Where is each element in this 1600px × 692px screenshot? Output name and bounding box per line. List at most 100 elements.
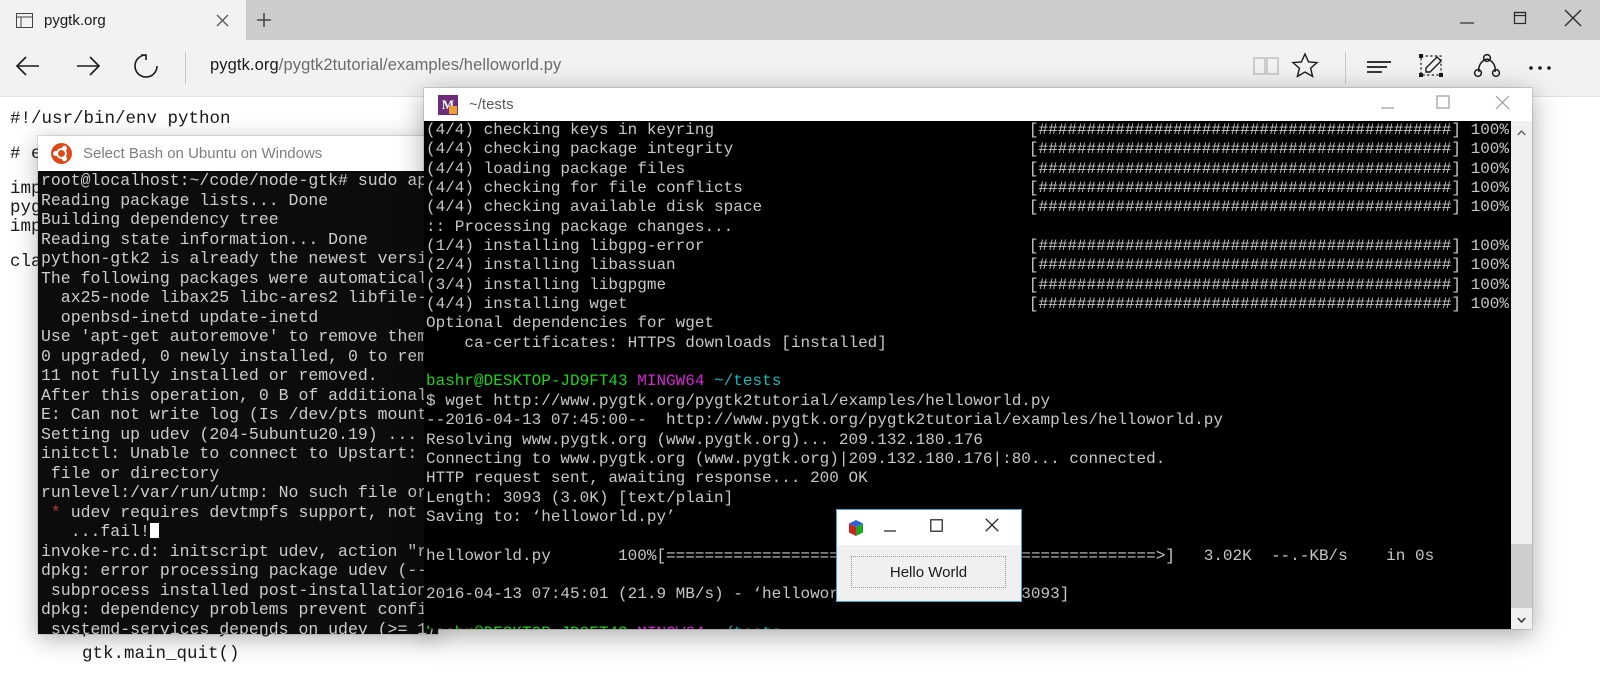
mingw-output-line: Length: 3093 (3.0K) [text/plain] — [426, 488, 734, 507]
close-icon — [1564, 9, 1582, 32]
mingw-close-button[interactable] — [1479, 88, 1525, 121]
forward-arrow-icon — [72, 50, 104, 87]
bash-output-line: 11 not fully installed or removed. — [41, 366, 378, 385]
bash-output-line: ...fail! — [38, 522, 438, 542]
bash-title-bar[interactable]: Select Bash on Ubuntu on Windows — [38, 136, 438, 171]
bash-output-line: file or directory — [41, 463, 220, 483]
progress-bar: [#######################################… — [1028, 140, 1509, 159]
bash-output-line: E: Can not write log (Is /dev/pts mounte — [41, 405, 438, 424]
bash-output-line: ax25-node libax25 libc-ares2 libfile-c — [41, 288, 438, 307]
mingw-output-line: ca-certificates: HTTPS downloads [instal… — [426, 333, 887, 352]
forward-button[interactable] — [60, 40, 116, 96]
maximize-icon — [929, 518, 943, 537]
tab-close-icon[interactable] — [213, 11, 232, 30]
address-path: /pygtk2tutorial/examples/helloworld.py — [278, 56, 562, 74]
mingw-output-line: Optional dependencies for wget — [426, 314, 715, 333]
bash-output-line: dpkg: dependency problems prevent config — [41, 600, 438, 619]
mingw-output-line: :: Processing package changes... — [426, 217, 734, 236]
web-note-icon — [1418, 53, 1446, 84]
mingw-output-line — [426, 353, 1511, 372]
bash-ubuntu-window[interactable]: Select Bash on Ubuntu on Windows root@lo… — [38, 136, 438, 634]
mingw-scrollbar[interactable] — [1511, 121, 1532, 629]
mingw-output-line: (4/4) checking package integrity [#######… — [426, 140, 1509, 159]
bash-output-line: * udev requires devtmpfs support, not a — [50, 502, 438, 522]
window-close-button[interactable] — [1546, 0, 1600, 40]
page-code-line: cla — [10, 252, 42, 272]
scrollbar-thumb[interactable] — [1511, 544, 1532, 608]
gtk-maximize-button[interactable] — [917, 510, 955, 545]
tab-strip: pygtk.org — [0, 0, 1600, 40]
toolbar-divider-right — [1345, 52, 1346, 84]
chevron-up-icon — [1517, 123, 1526, 141]
progress-bar: [#######################################… — [1028, 295, 1509, 314]
mingw-output-line: HTTP request sent, awaiting response... … — [426, 469, 868, 488]
page-code-line: # e — [10, 144, 42, 164]
maximize-icon — [1436, 95, 1450, 114]
mingw-output-line: bashr@DESKTOP-JD9FT43 MINGW64 ~/tests — [426, 624, 1511, 629]
mingw-output-line: $ wget http://www.pygtk.org/pygtk2tutori… — [426, 391, 1051, 410]
scrollbar-up-button[interactable] — [1511, 121, 1532, 142]
window-minimize-button[interactable] — [1440, 0, 1493, 40]
minimize-icon — [1380, 96, 1394, 114]
bash-title-text: Select Bash on Ubuntu on Windows — [83, 145, 323, 162]
mingw-output-line: (4/4) checking keys in keyring [#########… — [426, 121, 1509, 139]
bash-output-line: Building dependency tree — [41, 210, 279, 229]
bash-terminal-output[interactable]: root@localhost:~/code/node-gtk# sudo apt… — [38, 171, 438, 634]
bash-output-line: The following packages were automaticall — [41, 268, 438, 288]
reading-view-icon — [1252, 54, 1280, 83]
bash-output-line: dpkg: error processing package udev (--c — [41, 561, 438, 580]
page-code-line: #!/usr/bin/env python — [10, 109, 231, 129]
refresh-button[interactable] — [118, 40, 174, 96]
new-tab-button[interactable] — [250, 7, 278, 33]
chevron-down-icon — [1517, 610, 1526, 628]
page-code-line: pyg — [10, 198, 42, 218]
mingw-output-line: (4/4) installing wget [##################… — [426, 295, 1509, 314]
page-icon — [16, 12, 33, 28]
bash-output-line: After this operation, 0 B of additional — [41, 385, 428, 405]
bash-output-line: systemd-services depends on udev (>= 175 — [41, 619, 438, 635]
address-bar[interactable]: pygtk.org/pygtk2tutorial/examples/hellow… — [210, 56, 561, 82]
gtk-helloworld-window[interactable]: Hello World — [836, 509, 1022, 602]
pygtk-cube-icon — [847, 519, 865, 537]
page-code-line: imp — [10, 217, 42, 237]
mingw-output-line: bashr@DESKTOP-JD9FT43 MINGW64 ~/tests — [426, 372, 782, 391]
toolbar-divider-left — [185, 52, 186, 84]
mingw-output-line: --2016-04-13 07:45:00-- http://www.pygtk… — [426, 411, 1223, 430]
gtk-title-bar[interactable] — [837, 510, 1021, 545]
bash-output-line: initctl: Unable to connect to Upstart: N — [41, 444, 438, 463]
close-icon — [985, 518, 999, 537]
browser-tab-pygtk[interactable]: pygtk.org — [0, 0, 246, 40]
bash-output-line: openbsd-inetd update-inetd — [41, 307, 319, 327]
more-icon — [1526, 59, 1554, 77]
hello-world-button[interactable]: Hello World — [851, 556, 1006, 588]
gtk-minimize-button[interactable] — [871, 510, 909, 545]
bash-output-line: python-gtk2 is already the newest versio — [41, 249, 438, 268]
mingw-title-text: ~/tests — [469, 96, 514, 113]
gtk-close-button[interactable] — [973, 510, 1011, 545]
bash-output-line: Use 'apt-get autoremove' to remove them — [41, 327, 428, 346]
minimize-icon — [884, 519, 896, 537]
window-maximize-button[interactable] — [1493, 0, 1546, 40]
bash-output-line: subprocess installed post-installation — [41, 580, 428, 600]
mingw-output-line: Connecting to www.pygtk.org (www.pygtk.o… — [426, 449, 1166, 468]
close-icon — [1495, 95, 1510, 115]
favorites-star-icon — [1291, 52, 1319, 84]
mingw-minimize-button[interactable] — [1364, 88, 1410, 121]
mingw-maximize-button[interactable] — [1420, 88, 1466, 121]
mingw-output-line: (4/4) checking available disk space [####… — [426, 198, 1509, 217]
bash-output-line: runlevel:/var/run/utmp: No such file or — [41, 483, 428, 502]
scrollbar-down-button[interactable] — [1511, 608, 1532, 629]
share-icon — [1473, 53, 1501, 84]
progress-bar: [#######################################… — [1028, 256, 1509, 275]
bash-output-line: invoke-rc.d: initscript udev, action "re — [41, 541, 438, 561]
mingw-output-line: (4/4) loading package files [############… — [426, 159, 1509, 178]
hub-icon — [1365, 56, 1393, 81]
page-code-line: gtk.main_quit() — [82, 644, 240, 664]
back-arrow-icon — [12, 50, 44, 87]
bash-output-line: 0 upgraded, 0 newly installed, 0 to remo — [41, 346, 438, 366]
back-button[interactable] — [0, 40, 56, 96]
page-code-line: imp — [10, 179, 42, 199]
mingw-output-line: (3/4) installing libgpgme [##############… — [426, 275, 1509, 294]
mingw-output-line: Resolving www.pygtk.org (www.pygtk.org).… — [426, 430, 983, 449]
progress-bar: [#######################################… — [1028, 121, 1509, 139]
